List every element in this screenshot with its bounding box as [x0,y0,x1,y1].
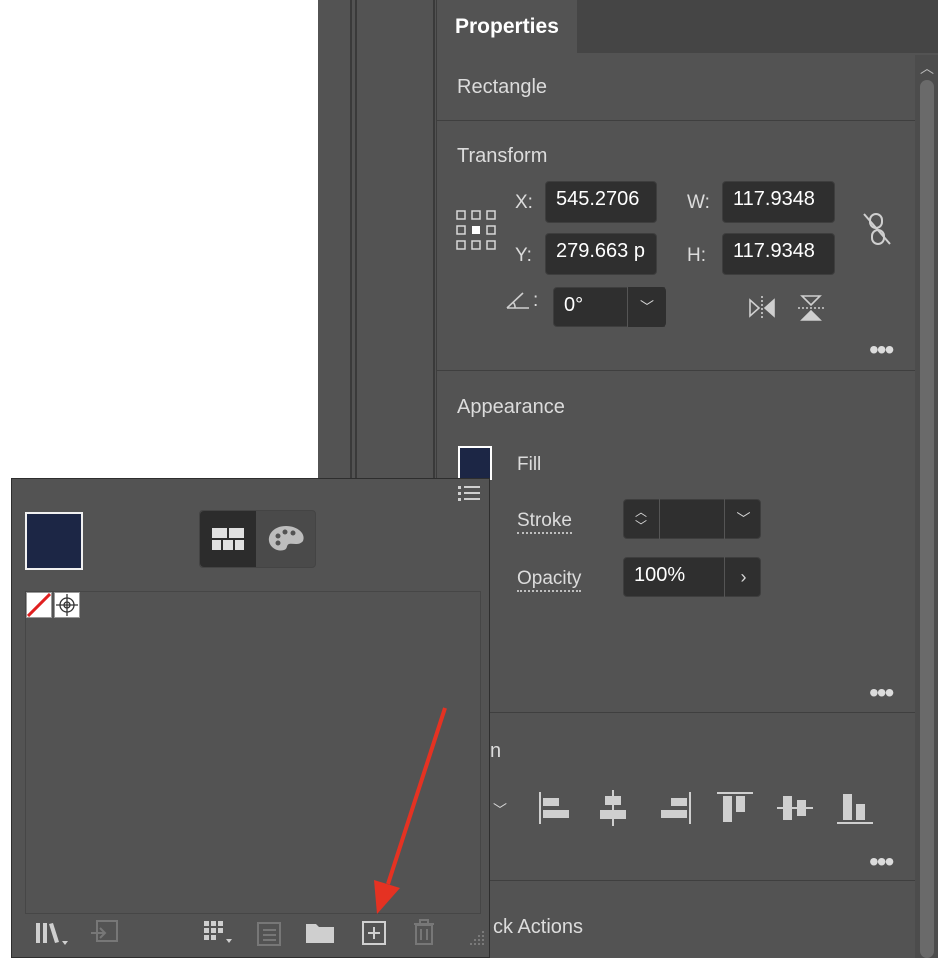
resize-grip-icon[interactable] [468,929,486,952]
fill-color-swatch[interactable] [458,446,492,480]
swatches-panel [11,478,490,958]
y-label: Y: [515,245,532,266]
properties-panel: Properties ︿ Rectangle Transform X: 545.… [436,0,938,958]
stroke-dropdown-chevron-icon[interactable]: ﹀ [724,499,762,539]
color-palette-icon[interactable] [257,511,315,567]
delete-swatch-icon[interactable] [412,918,436,951]
align-title: n [490,740,502,762]
quick-actions-title: ck Actions [493,916,584,938]
libraries-icon[interactable] [34,919,68,954]
flip-vertical-icon[interactable] [797,293,825,328]
w-field[interactable]: 117.9348 [722,181,835,223]
current-fill-swatch[interactable] [25,512,83,570]
registration-swatch[interactable] [54,592,80,618]
swatches-list [25,591,481,914]
x-label: X: [515,192,533,213]
align-right-icon[interactable] [659,790,693,831]
opacity-label[interactable]: Opacity [517,568,582,592]
object-type-label: Rectangle [457,76,548,98]
folder-icon[interactable] [305,920,335,951]
scrollbar-thumb[interactable] [920,80,934,958]
swatch-kind-menu-icon[interactable] [202,919,236,954]
new-swatch-icon[interactable] [361,920,387,951]
align-vertical-center-icon[interactable] [777,790,813,831]
none-swatch[interactable] [26,592,52,618]
h-field[interactable]: 117.9348 [722,233,835,275]
align-more-options-icon[interactable]: ••• [869,848,894,876]
y-field[interactable]: 279.663 p [545,233,657,275]
show-swatches-icon[interactable] [200,511,256,567]
transform-more-options-icon[interactable]: ••• [869,336,894,364]
align-top-icon[interactable] [717,790,753,831]
align-horizontal-center-icon[interactable] [597,790,629,831]
opacity-chevron-right-icon[interactable]: › [724,557,762,597]
w-label: W: [687,192,710,213]
angle-colon: : [533,290,539,311]
section-divider [437,712,915,713]
align-left-icon[interactable] [537,790,571,831]
reference-point-icon[interactable] [456,210,496,255]
h-label: H: [687,245,706,266]
scroll-up-icon[interactable]: ︿ [920,58,934,78]
stroke-stepper-icon[interactable]: ︿ ﹀ [623,499,660,539]
align-to-dropdown-chevron-icon[interactable]: ﹀ [493,800,507,820]
panel-tab-bar: Properties [437,0,938,53]
panel-menu-icon[interactable] [458,485,480,508]
align-bottom-icon[interactable] [837,790,873,831]
tab-properties[interactable]: Properties [437,0,577,53]
fill-label: Fill [517,454,542,475]
appearance-more-options-icon[interactable]: ••• [869,679,894,707]
appearance-title: Appearance [457,396,565,418]
place-swatch-icon[interactable] [89,919,119,954]
section-divider [437,370,915,371]
flip-horizontal-icon[interactable] [747,295,777,326]
x-field[interactable]: 545.2706 [545,181,657,223]
transform-title: Transform [457,145,548,167]
swatch-options-icon[interactable] [256,919,282,952]
rotate-angle-icon [505,290,531,315]
constrain-proportions-icon[interactable] [862,212,892,251]
stroke-label[interactable]: Stroke [517,510,572,534]
angle-dropdown-chevron-icon[interactable]: ﹀ [627,287,666,327]
section-divider [437,120,915,121]
section-divider [437,880,915,881]
